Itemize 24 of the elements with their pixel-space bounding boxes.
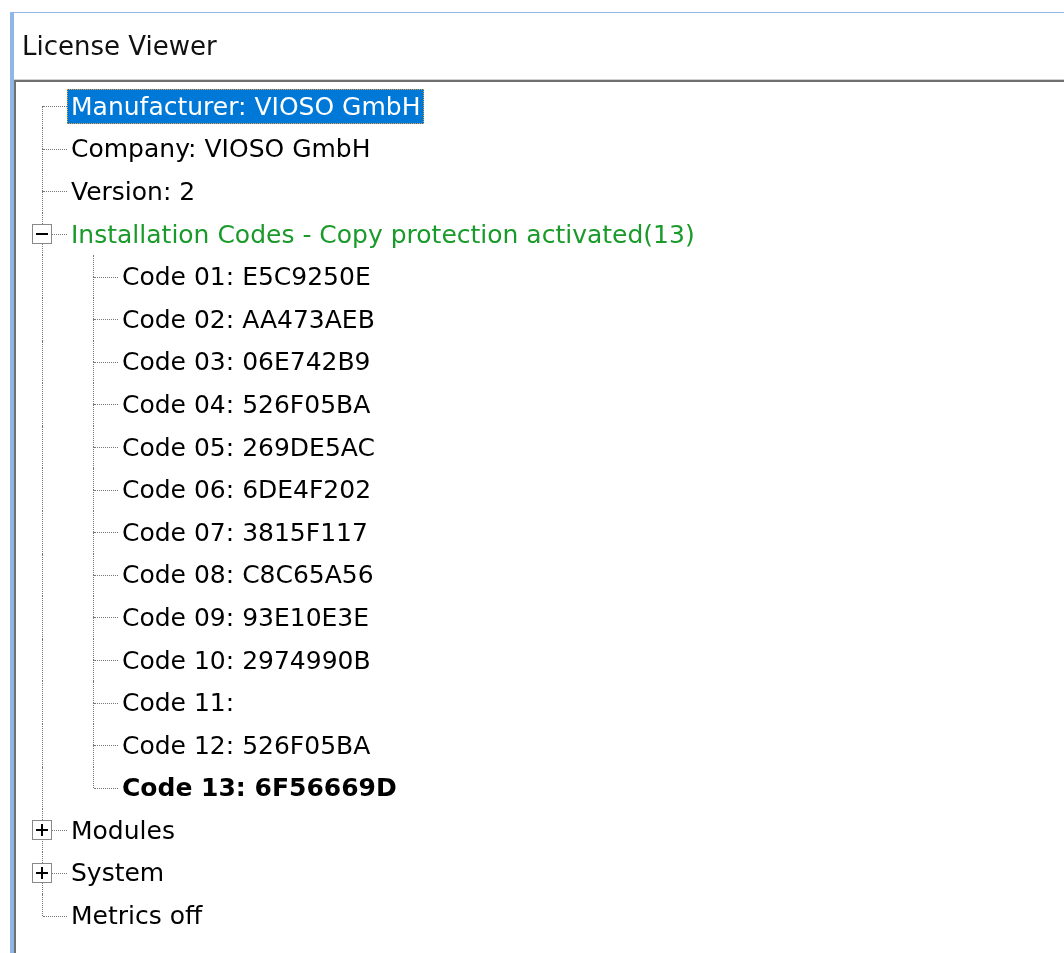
- expander-icon[interactable]: [32, 863, 52, 883]
- tree-item[interactable]: Code 08: C8C65A56: [118, 557, 378, 593]
- tree-item[interactable]: Version: 2: [67, 174, 200, 209]
- tree-item[interactable]: Metrics off: [67, 898, 207, 934]
- expander-icon[interactable]: [32, 224, 52, 245]
- tree-item[interactable]: Code 10: 2974990B: [118, 642, 375, 678]
- tree-item[interactable]: Code 07: 3815F117: [118, 514, 372, 550]
- tree-item[interactable]: Code 11:: [118, 685, 239, 721]
- tree-item[interactable]: Code 05: 269DE5AC: [118, 429, 379, 465]
- tree-item[interactable]: Code 02: AA473AEB: [118, 301, 379, 337]
- tree-item[interactable]: Code 01: E5C9250E: [118, 259, 375, 295]
- tree-item[interactable]: Modules: [67, 812, 179, 848]
- tree-item[interactable]: Manufacturer: VIOSO GmbH: [67, 88, 425, 124]
- expander-icon[interactable]: [32, 820, 52, 841]
- tree-item[interactable]: Code 13: 6F56669D: [118, 770, 401, 806]
- tree-item[interactable]: Installation Codes - Copy protection activated(13): [67, 216, 699, 252]
- tree-item[interactable]: Code 03: 06E742B9: [118, 344, 375, 380]
- tree-item[interactable]: System: [67, 855, 169, 891]
- tree-item[interactable]: Code 06: 6DE4F202: [118, 472, 376, 508]
- tree-item[interactable]: Company: VIOSO GmbH: [67, 131, 375, 167]
- tree-item[interactable]: Code 12: 526F05BA: [118, 727, 375, 763]
- tree-item[interactable]: Code 04: 526F05BA: [118, 386, 375, 422]
- window-title: License Viewer: [22, 31, 217, 61]
- tree-item[interactable]: Code 09: 93E10E3E: [118, 599, 374, 635]
